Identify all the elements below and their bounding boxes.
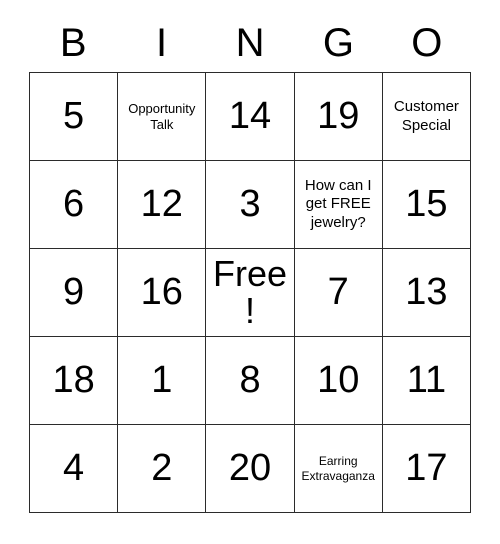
bingo-cell-label: Opportunity Talk: [128, 100, 196, 132]
bingo-header-letter-i: I: [156, 21, 168, 65]
bingo-header-row: B I N G O: [29, 14, 471, 72]
bingo-cell-label: 16: [140, 271, 183, 314]
bingo-cell-label: 9: [63, 271, 85, 314]
bingo-cell-label: 20: [228, 447, 272, 490]
bingo-cell[interactable]: 15: [382, 161, 472, 249]
bingo-header-letter-n: N: [235, 21, 265, 65]
bingo-cell[interactable]: 14: [206, 73, 295, 161]
bingo-cell-label: 19: [317, 95, 360, 138]
bingo-cell-label: 14: [228, 95, 272, 138]
bingo-cell[interactable]: 6: [30, 161, 119, 249]
bingo-cell-label: Customer Special: [393, 97, 459, 134]
bingo-row: 6 12 3 How can I get FREE jewelry? 15: [30, 161, 472, 249]
bingo-cell-label: 12: [140, 183, 183, 226]
bingo-cell-label: 18: [52, 359, 95, 402]
bingo-cell-label: 15: [405, 183, 448, 226]
bingo-cell-label: 3: [239, 183, 261, 226]
bingo-header-letter-o: O: [411, 21, 443, 65]
bingo-cell[interactable]: 3: [206, 161, 295, 249]
bingo-cell[interactable]: 20: [206, 425, 295, 513]
bingo-header-letter-b: B: [59, 21, 87, 65]
bingo-cell[interactable]: 4: [30, 425, 119, 513]
bingo-cell[interactable]: 19: [294, 73, 383, 161]
bingo-cell-label: 7: [327, 271, 349, 314]
bingo-cell-label: 8: [239, 359, 261, 402]
bingo-cell[interactable]: Earring Extravaganza: [294, 425, 383, 513]
bingo-cell-label: 10: [317, 359, 360, 402]
bingo-cell[interactable]: 8: [206, 337, 295, 425]
bingo-cell[interactable]: 9: [30, 249, 119, 337]
bingo-cell[interactable]: 17: [382, 425, 472, 513]
bingo-cell[interactable]: Customer Special: [382, 73, 472, 161]
bingo-cell[interactable]: 12: [118, 161, 207, 249]
bingo-cell-label: 13: [405, 271, 448, 314]
bingo-card: B I N G O 5 Opportunity Talk 14 19 Custo…: [29, 14, 472, 513]
bingo-cell[interactable]: 13: [382, 249, 472, 337]
bingo-cell[interactable]: 10: [294, 337, 383, 425]
bingo-cell-label: How can I get FREE jewelry?: [304, 176, 372, 231]
bingo-cell-label: Earring Extravaganza: [301, 453, 375, 483]
bingo-cell-label: 2: [151, 447, 173, 490]
bingo-cell[interactable]: 2: [118, 425, 207, 513]
bingo-cell-label: 1: [151, 359, 173, 402]
bingo-row: 9 16 Free! 7 13: [30, 249, 472, 337]
bingo-cell[interactable]: 11: [382, 337, 472, 425]
bingo-grid: 5 Opportunity Talk 14 19 Customer Specia…: [29, 72, 472, 513]
bingo-cell[interactable]: How can I get FREE jewelry?: [294, 161, 383, 249]
bingo-cell-free[interactable]: Free!: [206, 249, 295, 337]
bingo-cell[interactable]: 7: [294, 249, 383, 337]
bingo-cell-label: Free!: [212, 252, 288, 331]
bingo-cell-label: 4: [63, 447, 85, 490]
bingo-cell[interactable]: Opportunity Talk: [118, 73, 207, 161]
bingo-cell[interactable]: 16: [118, 249, 207, 337]
bingo-row: 4 2 20 Earring Extravaganza 17: [30, 425, 472, 513]
bingo-cell-label: 17: [405, 447, 448, 490]
bingo-cell-label: 5: [63, 95, 85, 138]
bingo-row: 5 Opportunity Talk 14 19 Customer Specia…: [30, 73, 472, 161]
bingo-cell[interactable]: 1: [118, 337, 207, 425]
bingo-cell[interactable]: 5: [30, 73, 119, 161]
bingo-header-letter-g: G: [322, 21, 354, 65]
bingo-cell[interactable]: 18: [30, 337, 119, 425]
bingo-cell-label: 6: [63, 183, 85, 226]
bingo-row: 18 1 8 10 11: [30, 337, 472, 425]
bingo-cell-label: 11: [406, 359, 447, 402]
